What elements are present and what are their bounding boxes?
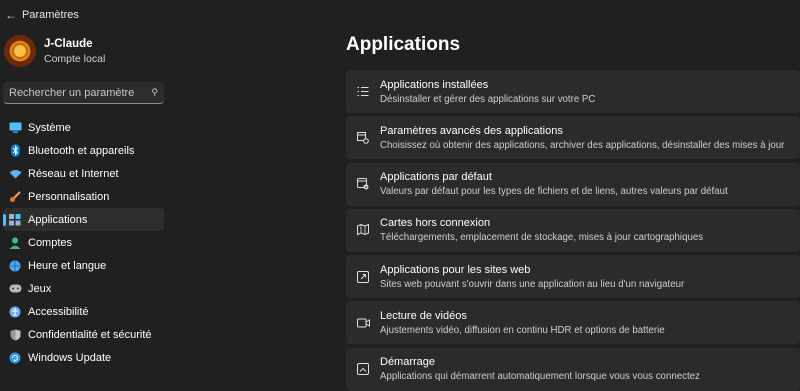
card-description: Valeurs par défaut pour les types de fic…	[380, 186, 728, 198]
sidebar-item-heure-langue[interactable]: Heure et langue	[3, 254, 164, 277]
card-description: Désinstaller et gérer des applications s…	[380, 93, 596, 105]
back-button[interactable]: ←	[3, 7, 19, 23]
card-title: Lecture de vidéos	[380, 309, 467, 322]
sidebar-item-label: Applications	[28, 213, 88, 226]
card-installed-apps[interactable]: Applications installées Désinstaller et …	[346, 70, 800, 113]
apps-icon	[8, 213, 22, 227]
card-video-playback[interactable]: Lecture de vidéos Ajustements vidéo, dif…	[346, 301, 800, 345]
sidebar-item-comptes[interactable]: Comptes	[3, 231, 164, 254]
sidebar-item-label: Confidentialité et sécurité	[28, 328, 152, 341]
sidebar-item-label: Comptes	[28, 236, 73, 249]
brush-icon	[8, 190, 22, 204]
offline-map-icon	[356, 223, 370, 237]
search-box[interactable]: ⚲	[3, 82, 164, 104]
sidebar-nav: Système Bluetooth et appareils Réseau et…	[3, 116, 164, 369]
window-title: Paramètres	[22, 9, 79, 21]
sidebar-item-label: Bluetooth et appareils	[28, 144, 135, 157]
sidebar-item-personnalisation[interactable]: Personnalisation	[3, 185, 164, 208]
startup-icon	[356, 362, 370, 376]
card-default-apps[interactable]: Applications par défaut Valeurs par défa…	[346, 162, 800, 206]
user-profile[interactable]: J-Claude Compte local	[4, 34, 105, 68]
card-apps-for-websites[interactable]: Applications pour les sites web Sites we…	[346, 255, 800, 299]
sidebar-item-label: Windows Update	[28, 351, 112, 364]
display-icon	[8, 121, 22, 135]
sidebar-item-bluetooth[interactable]: Bluetooth et appareils	[3, 139, 164, 162]
card-advanced-app-settings[interactable]: Paramètres avancés des applications Choi…	[346, 116, 800, 160]
card-description: Téléchargements, emplacement de stockage…	[380, 232, 704, 244]
bluetooth-icon	[8, 144, 22, 158]
sidebar-item-confidentialite[interactable]: Confidentialité et sécurité	[3, 323, 164, 346]
list-icon	[356, 85, 370, 99]
card-offline-maps[interactable]: Cartes hors connexion Téléchargements, e…	[346, 208, 800, 252]
card-title: Démarrage	[380, 356, 436, 369]
card-description: Sites web pouvant s'ouvrir dans une appl…	[380, 278, 685, 290]
sidebar-item-accessibilite[interactable]: Accessibilité	[3, 300, 164, 323]
card-title: Applications pour les sites web	[380, 263, 531, 276]
open-external-icon	[356, 270, 370, 284]
accessibility-icon	[8, 305, 22, 319]
profile-account-type: Compte local	[44, 52, 106, 65]
wifi-icon	[8, 167, 22, 181]
search-input[interactable]	[9, 86, 139, 99]
settings-card-list: Applications installées Désinstaller et …	[346, 70, 800, 391]
sidebar-item-label: Accessibilité	[28, 305, 89, 318]
update-icon	[8, 351, 22, 365]
sidebar-item-label: Heure et langue	[28, 259, 107, 272]
card-title: Paramètres avancés des applications	[380, 124, 563, 137]
sidebar-item-applications[interactable]: Applications	[3, 208, 164, 231]
default-apps-icon	[356, 177, 370, 191]
sidebar-item-jeux[interactable]: Jeux	[3, 277, 164, 300]
arrow-left-icon: ←	[5, 8, 17, 22]
card-title: Applications par défaut	[380, 171, 492, 184]
sidebar-item-systeme[interactable]: Système	[3, 116, 164, 139]
card-title: Cartes hors connexion	[380, 217, 491, 230]
card-description: Applications qui démarrent automatiqueme…	[380, 371, 700, 383]
card-startup[interactable]: Démarrage Applications qui démarrent aut…	[346, 347, 800, 391]
search-icon[interactable]: ⚲	[151, 87, 158, 98]
profile-name: J-Claude	[44, 37, 93, 50]
globe-clock-icon	[8, 259, 22, 273]
sidebar-item-label: Réseau et Internet	[28, 167, 119, 180]
sidebar-item-label: Jeux	[28, 282, 52, 295]
card-description: Ajustements vidéo, diffusion en continu …	[380, 324, 665, 336]
page-title: Applications	[346, 34, 461, 55]
card-description: Choisissez où obtenir des applications, …	[380, 139, 785, 151]
gamepad-icon	[8, 282, 22, 296]
sidebar-item-label: Système	[28, 121, 71, 134]
app-settings-icon	[356, 131, 370, 145]
avatar	[4, 35, 36, 67]
person-icon	[8, 236, 22, 250]
sidebar-item-reseau[interactable]: Réseau et Internet	[3, 162, 164, 185]
shield-icon	[8, 328, 22, 342]
sidebar-item-label: Personnalisation	[28, 190, 110, 203]
sidebar-item-windows-update[interactable]: Windows Update	[3, 346, 164, 369]
video-icon	[356, 316, 370, 330]
title-bar: ← Paramètres	[0, 0, 800, 30]
card-title: Applications installées	[380, 78, 489, 91]
